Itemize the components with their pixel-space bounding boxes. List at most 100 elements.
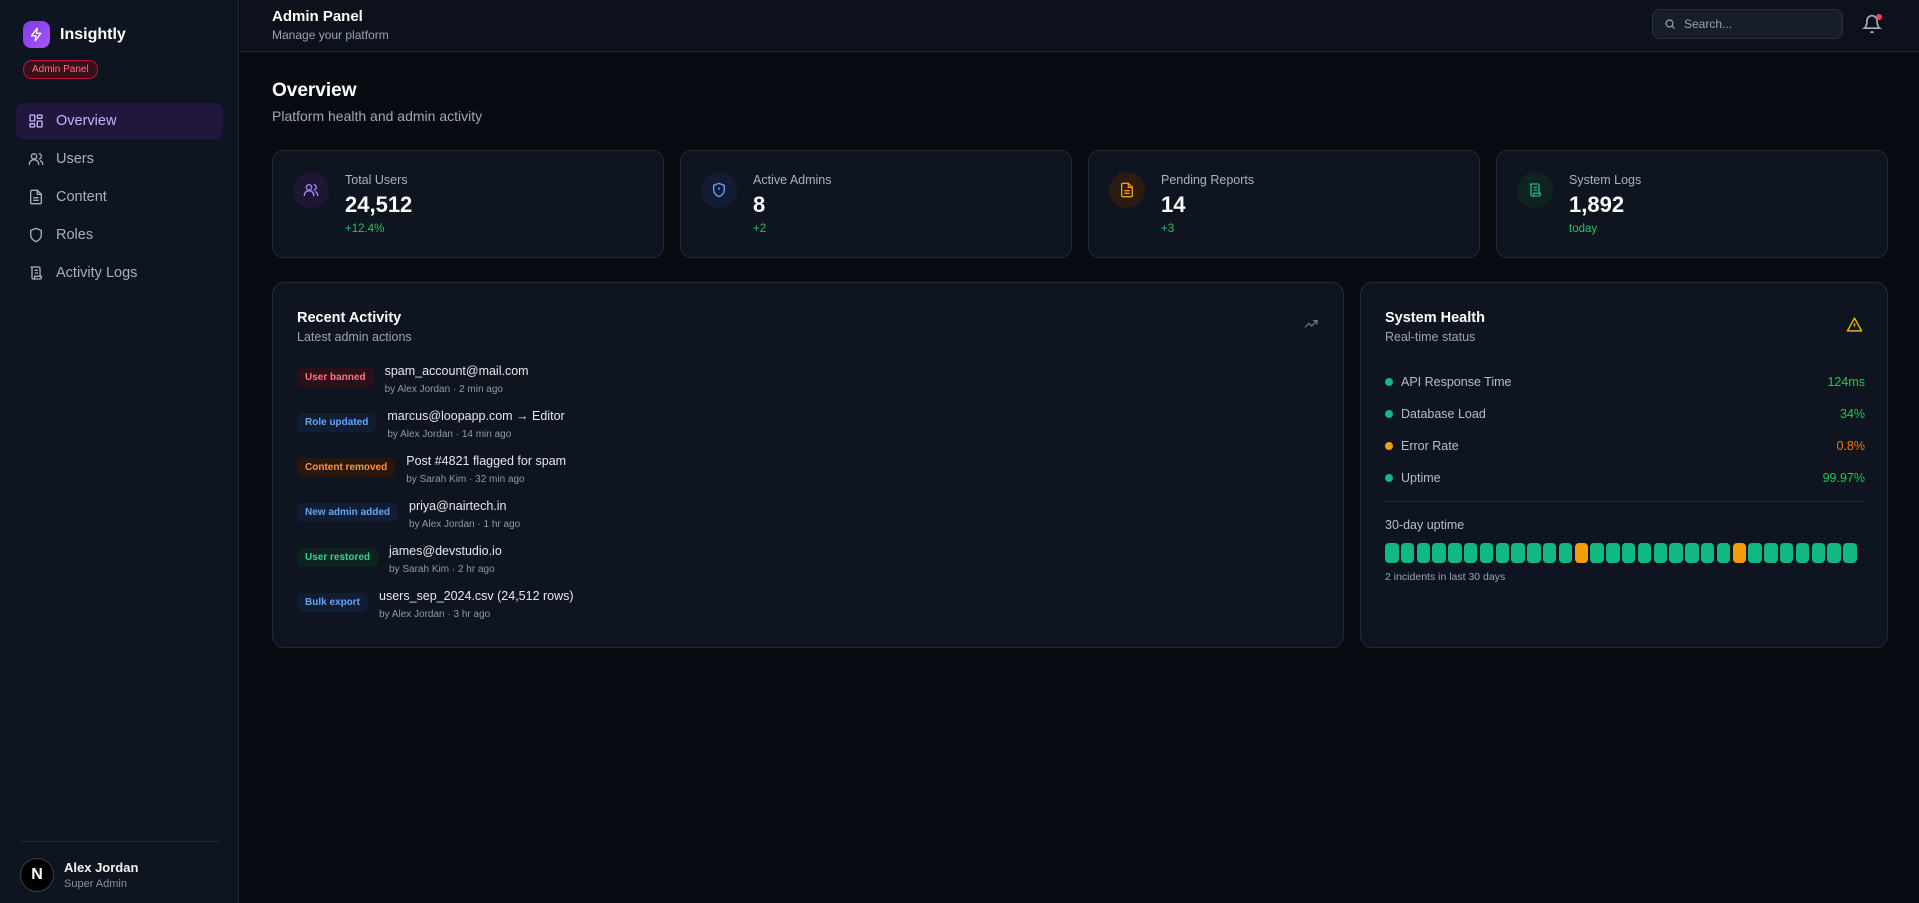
user-profile[interactable]: N Alex Jordan Super Admin bbox=[20, 858, 138, 892]
uptime-day-bar bbox=[1621, 543, 1636, 563]
grid-icon bbox=[29, 114, 43, 128]
activity-text: spam_account@mail.com bbox=[384, 364, 529, 378]
recent-activity-panel: Recent Activity Latest admin actions Use… bbox=[272, 282, 1344, 648]
shield-icon bbox=[30, 227, 42, 243]
trending-up-icon[interactable] bbox=[1303, 316, 1319, 332]
sidebar-item-roles[interactable]: Roles bbox=[16, 217, 223, 253]
metric-value: 0.8% bbox=[1836, 439, 1866, 453]
top-header: Admin Panel Manage your platform bbox=[240, 0, 1919, 52]
uptime-day-bar bbox=[1432, 543, 1446, 563]
status-badge: Content removed bbox=[297, 458, 396, 477]
search-input[interactable] bbox=[1684, 17, 1834, 31]
page-title: Overview bbox=[272, 80, 357, 101]
status-dot bbox=[1385, 378, 1393, 386]
metric-value: 99.97% bbox=[1822, 471, 1865, 485]
stat-label: Active Admins bbox=[753, 173, 832, 187]
status-badge: User banned bbox=[297, 368, 374, 387]
activity-text: marcus@loopapp.com → Editor bbox=[387, 409, 565, 423]
search-box[interactable] bbox=[1652, 9, 1843, 39]
uptime-day-bar bbox=[1795, 543, 1810, 563]
uptime-day-bar bbox=[1700, 543, 1715, 563]
section-title: Recent Activity bbox=[297, 310, 402, 326]
health-metrics: API Response Time 124ms Database Load 34… bbox=[1385, 366, 1865, 494]
uptime-day-bar bbox=[1590, 543, 1604, 563]
file-icon bbox=[1109, 172, 1145, 208]
section-title: System Health bbox=[1385, 310, 1485, 326]
stat-value: 14 bbox=[1161, 192, 1186, 217]
activity-text: james@devstudio.io bbox=[389, 544, 502, 558]
stat-card-total-users: Total Users 24,512 +12.4% bbox=[272, 150, 664, 258]
stat-delta: +2 bbox=[753, 223, 767, 235]
list-item[interactable]: Role updated marcus@loopapp.com → Editor… bbox=[297, 408, 574, 453]
lightning-icon bbox=[23, 21, 50, 48]
status-badge: User restored bbox=[297, 548, 379, 567]
metric-row: Uptime 99.97% bbox=[1385, 462, 1865, 494]
status-dot bbox=[1385, 474, 1393, 482]
list-item[interactable]: User restored james@devstudio.io by Sara… bbox=[297, 543, 574, 588]
sidebar-item-activity-logs[interactable]: Activity Logs bbox=[16, 255, 223, 291]
uptime-title: 30-day uptime bbox=[1385, 518, 1465, 532]
status-badge: New admin added bbox=[297, 503, 399, 522]
brand-name: Insightly bbox=[60, 25, 126, 43]
divider bbox=[1385, 501, 1865, 502]
users-icon bbox=[293, 172, 329, 208]
section-subtitle: Latest admin actions bbox=[297, 330, 412, 344]
uptime-day-bar bbox=[1669, 543, 1683, 563]
users-icon bbox=[28, 153, 44, 165]
metric-row: Database Load 34% bbox=[1385, 398, 1865, 430]
stat-card-active-admins: Active Admins 8 +2 bbox=[680, 150, 1072, 258]
stat-delta: +3 bbox=[1161, 223, 1175, 235]
header-title: Admin Panel bbox=[272, 8, 363, 25]
status-badge: Role updated bbox=[297, 413, 377, 432]
metric-label: Error Rate bbox=[1401, 439, 1459, 453]
uptime-day-bar bbox=[1495, 543, 1510, 563]
activity-text: priya@nairtech.in bbox=[409, 499, 507, 513]
metric-label: API Response Time bbox=[1401, 375, 1512, 389]
uptime-day-bar bbox=[1732, 543, 1747, 563]
system-health-panel: System Health Real-time status API Respo… bbox=[1360, 282, 1888, 648]
uptime-day-bar bbox=[1448, 543, 1462, 563]
list-item[interactable]: Content removed Post #4821 flagged for s… bbox=[297, 453, 574, 498]
stat-card-system-logs: System Logs 1,892 today bbox=[1496, 150, 1888, 258]
sidebar: Insightly Admin Panel Overview Users Con… bbox=[0, 0, 239, 903]
uptime-day-bar bbox=[1779, 543, 1794, 563]
notification-dot bbox=[1876, 14, 1882, 20]
uptime-day-bar bbox=[1716, 543, 1731, 563]
admin-badge: Admin Panel bbox=[23, 60, 98, 79]
uptime-day-bar bbox=[1764, 543, 1778, 563]
brand[interactable]: Insightly bbox=[23, 21, 126, 48]
metric-value: 124ms bbox=[1827, 375, 1865, 389]
uptime-day-bar bbox=[1811, 543, 1826, 563]
stat-card-pending-reports: Pending Reports 14 +3 bbox=[1088, 150, 1480, 258]
list-item[interactable]: User banned spam_account@mail.com by Ale… bbox=[297, 363, 574, 408]
sidebar-item-label: Overview bbox=[56, 113, 117, 129]
stat-value: 8 bbox=[753, 192, 766, 217]
list-item[interactable]: New admin added priya@nairtech.in by Ale… bbox=[297, 498, 574, 543]
sidebar-item-users[interactable]: Users bbox=[16, 141, 223, 177]
metric-label: Database Load bbox=[1401, 407, 1486, 421]
status-dot bbox=[1385, 410, 1393, 418]
uptime-day-bar bbox=[1542, 543, 1557, 563]
status-badge: Bulk export bbox=[297, 593, 369, 612]
list-item[interactable]: Bulk export users_sep_2024.csv (24,512 r… bbox=[297, 588, 574, 633]
warning-icon bbox=[1846, 317, 1863, 332]
activity-list: User banned spam_account@mail.com by Ale… bbox=[297, 363, 574, 633]
stat-delta: today bbox=[1569, 223, 1598, 235]
uptime-day-bar bbox=[1748, 543, 1762, 563]
header-subtitle: Manage your platform bbox=[272, 28, 389, 42]
activity-meta: by Sarah Kim · 32 min ago bbox=[406, 474, 525, 485]
activity-meta: by Alex Jordan · 2 min ago bbox=[384, 384, 503, 395]
sidebar-item-overview[interactable]: Overview bbox=[16, 103, 223, 139]
uptime-day-bar bbox=[1511, 543, 1525, 563]
uptime-day-bar bbox=[1843, 543, 1857, 563]
activity-meta: by Alex Jordan · 14 min ago bbox=[387, 429, 512, 440]
stat-value: 1,892 bbox=[1569, 192, 1625, 217]
sidebar-item-content[interactable]: Content bbox=[16, 179, 223, 215]
status-dot bbox=[1385, 442, 1393, 450]
uptime-day-bar bbox=[1574, 543, 1589, 563]
metric-row: API Response Time 124ms bbox=[1385, 366, 1865, 398]
uptime-day-bar bbox=[1685, 543, 1699, 563]
user-role: Super Admin bbox=[64, 878, 127, 890]
uptime-bars bbox=[1385, 543, 1857, 563]
uptime-day-bar bbox=[1827, 543, 1841, 563]
